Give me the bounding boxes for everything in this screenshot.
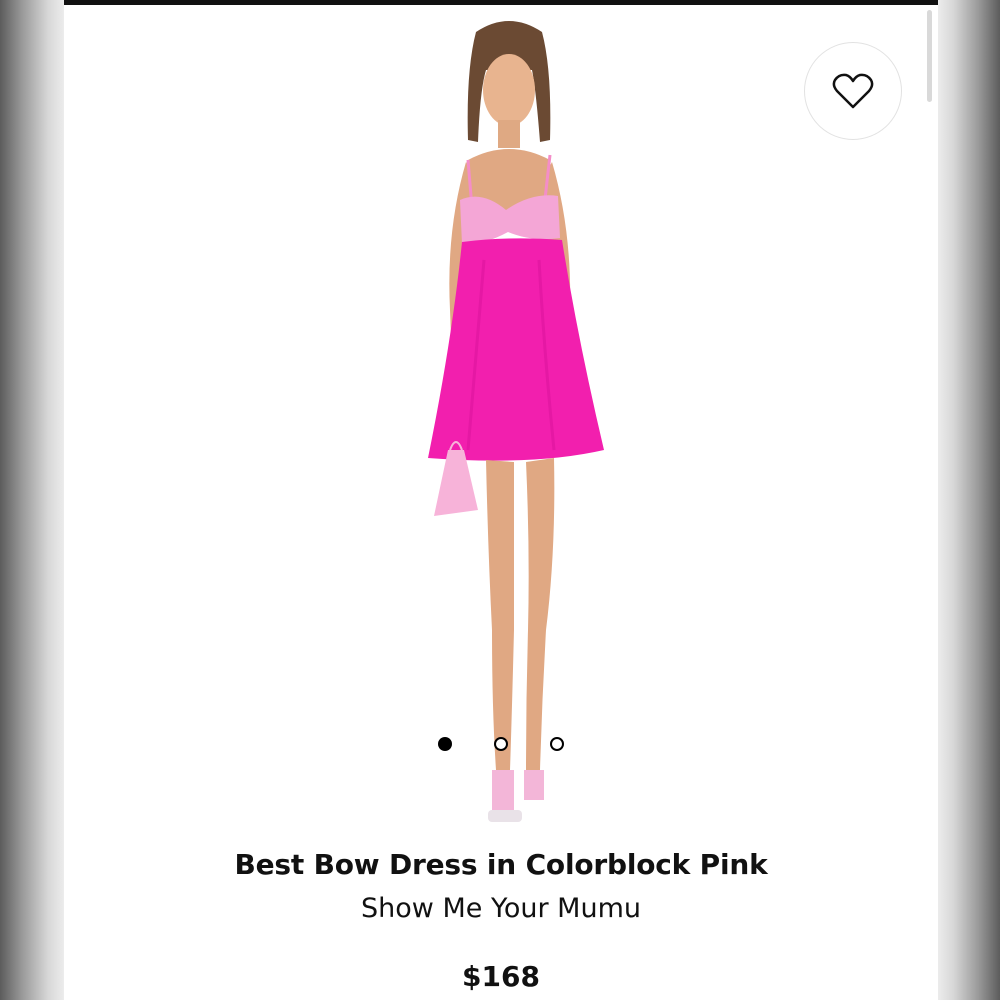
wishlist-button[interactable]: [804, 42, 902, 140]
carousel-dot-3[interactable]: [550, 737, 564, 751]
product-page: Best Bow Dress in Colorblock Pink Show M…: [64, 0, 938, 1000]
product-price: $168: [462, 960, 540, 993]
model-face: [483, 54, 535, 126]
product-image[interactable]: [364, 10, 624, 840]
carousel-dot-1[interactable]: [438, 737, 452, 751]
model-neck: [498, 120, 520, 148]
top-edge-bar: [64, 0, 938, 5]
heart-outline-icon: [832, 73, 874, 109]
scrollbar[interactable]: [927, 10, 932, 102]
carousel-dots: [438, 735, 564, 753]
product-title: Best Bow Dress in Colorblock Pink: [234, 848, 768, 881]
model-right-leg: [526, 458, 555, 770]
left-backdrop: [0, 0, 64, 1000]
right-backdrop: [938, 0, 1000, 1000]
model-left-leg: [486, 460, 514, 770]
model-shoes: [492, 770, 514, 810]
carousel-dot-2[interactable]: [494, 737, 508, 751]
brand-name[interactable]: Show Me Your Mumu: [64, 893, 938, 924]
